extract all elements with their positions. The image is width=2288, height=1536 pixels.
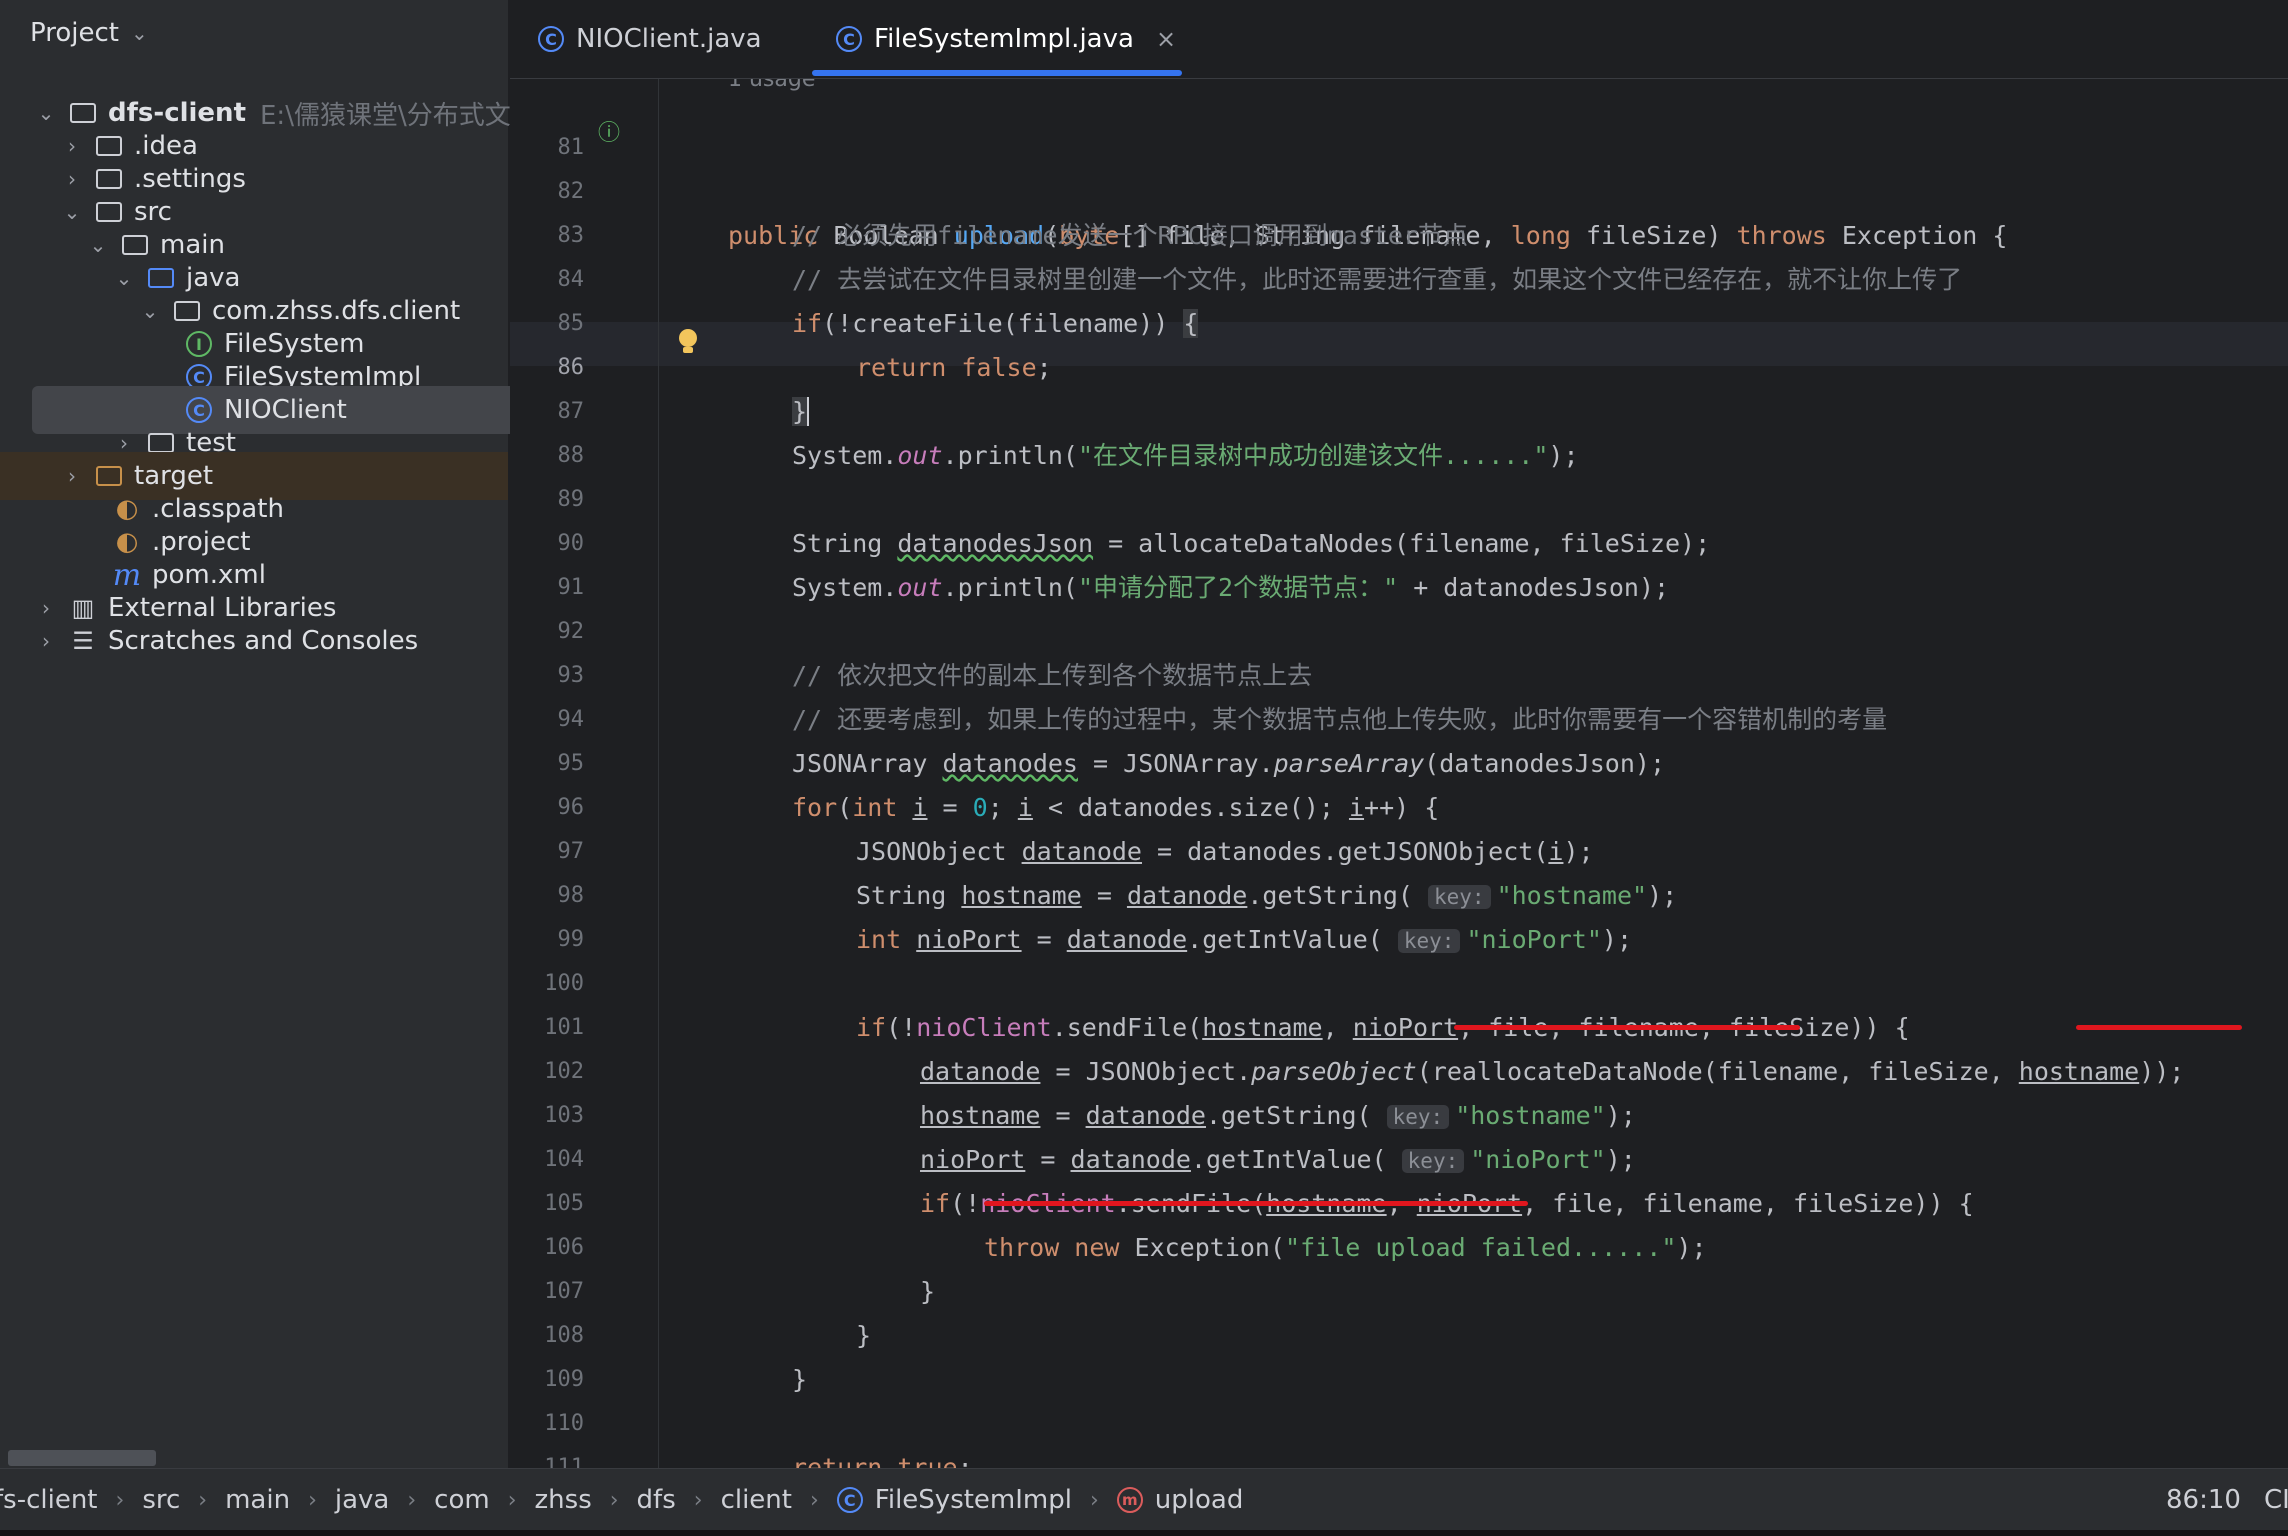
code-line: 92 // 依次把文件的副本上传到各个数据节点上去 bbox=[510, 566, 2288, 690]
status-extra[interactable]: CI bbox=[2264, 1469, 2288, 1531]
breadcrumb-item[interactable]: src bbox=[142, 1485, 180, 1515]
tab-label: FileSystemImpl.java bbox=[874, 24, 1134, 54]
chevron-right-icon[interactable]: › bbox=[32, 629, 60, 653]
code-editor[interactable]: 1 usage 81 ⓘ public Boolean upload(byte[… bbox=[510, 79, 2288, 1468]
active-tab-indicator bbox=[812, 70, 1182, 76]
chevron-right-icon: › bbox=[308, 1487, 317, 1513]
close-icon[interactable]: × bbox=[1156, 25, 1176, 53]
breadcrumb: fs-client › src › main › java › com › zhss › d… bbox=[0, 1469, 1243, 1531]
annotation-underline bbox=[2076, 1025, 2242, 1030]
code-line: 91 bbox=[510, 522, 2288, 600]
code-line: 93 // 还要考虑到，如果上传的过程中，某个数据节点他上传失败，此时你需要有一… bbox=[510, 610, 2288, 734]
code-line: 107 } bbox=[510, 1226, 2288, 1350]
scratches-icon: ☰ bbox=[72, 627, 94, 655]
sidebar-title: Project bbox=[30, 18, 119, 48]
chevron-right-icon: › bbox=[609, 1487, 619, 1513]
code-line: 98 int nioPort = datanode.getIntValue( k… bbox=[510, 830, 2288, 954]
chevron-right-icon: › bbox=[198, 1487, 208, 1513]
breadcrumb-item[interactable]: main bbox=[225, 1485, 290, 1515]
code-line: 85 return false; bbox=[510, 258, 2288, 382]
class-icon: C bbox=[836, 26, 862, 52]
breadcrumb-item[interactable]: java bbox=[335, 1485, 389, 1515]
code-line: 88 bbox=[510, 390, 2288, 468]
window-bottom-edge bbox=[0, 1530, 2288, 1536]
tab-label: NIOClient.java bbox=[576, 24, 762, 54]
breadcrumb-item[interactable]: fs-client bbox=[0, 1485, 98, 1515]
breadcrumb-item[interactable]: zhss bbox=[535, 1485, 592, 1515]
chevron-down-icon: ⌄ bbox=[130, 21, 148, 45]
status-bar: fs-client › src › main › java › com › zhss › d… bbox=[0, 1468, 2288, 1531]
breadcrumb-item[interactable]: com bbox=[434, 1485, 490, 1515]
code-line: 83 // 去尝试在文件目录树里创建一个文件，此时还需要进行查重，如果这个文件已… bbox=[510, 170, 2288, 294]
annotation-underline bbox=[1454, 1025, 1800, 1030]
code-line: 101 datanode = JSONObject.parseObject(re… bbox=[510, 962, 2288, 1086]
class-icon: C bbox=[836, 1487, 863, 1513]
code-line: 102 hostname = datanode.getString( key: "… bbox=[510, 1006, 2288, 1130]
code-line: 89 String datanodesJson = allocateDataNo… bbox=[510, 434, 2288, 558]
code-line: 84 if(!createFile(filename)) { bbox=[510, 214, 2288, 338]
code-line: 82 // 必须先用filename发送一个RPC接口调用到master节点 bbox=[510, 126, 2288, 250]
chevron-right-icon: › bbox=[507, 1487, 517, 1513]
annotation-underline bbox=[984, 1201, 1528, 1206]
method-icon: m bbox=[1116, 1487, 1143, 1513]
tree-item-scratches[interactable]: › ☰ Scratches and Consoles bbox=[0, 617, 540, 665]
code-line: 100 if(!nioClient.sendFile(hostname, nio… bbox=[510, 918, 2288, 1042]
code-line: 99 bbox=[510, 874, 2288, 952]
code-line: 110 return true; bbox=[510, 1358, 2288, 1468]
breadcrumb-item[interactable]: dfs bbox=[637, 1485, 676, 1515]
code-line: 105 throw new Exception("file upload fai… bbox=[510, 1138, 2288, 1262]
sidebar-horizontal-scrollbar[interactable] bbox=[8, 1450, 156, 1466]
project-sidebar: Project ⌄ ⌄ dfs-client E:\儒猿课堂\分布式文件 › .… bbox=[0, 0, 628, 1468]
line-number: 111 bbox=[544, 1455, 584, 1468]
class-icon: C bbox=[538, 26, 564, 52]
tab-filesystemimpl[interactable]: C FileSystemImpl.java × bbox=[836, 0, 1176, 78]
caret-position[interactable]: 86:10 bbox=[2166, 1469, 2241, 1531]
code-line: 90 System.out.println("申请分配了2个数据节点：" + d… bbox=[510, 478, 2288, 602]
chevron-right-icon: › bbox=[1089, 1487, 1099, 1513]
breadcrumb-item[interactable]: client bbox=[721, 1485, 792, 1515]
code-line: 109 bbox=[510, 1314, 2288, 1392]
code-line: 95 for(int i = 0; i < datanodes.size(); … bbox=[510, 698, 2288, 822]
code-line: 94 JSONArray datanodes = JSONArray.parse… bbox=[510, 654, 2288, 778]
code-line: 81 ⓘ public Boolean upload(byte[] file, … bbox=[510, 82, 2288, 250]
chevron-right-icon: › bbox=[693, 1487, 703, 1513]
breadcrumb-item[interactable]: upload bbox=[1155, 1485, 1244, 1515]
project-view-selector[interactable]: Project ⌄ bbox=[30, 18, 148, 48]
code-line: 86 } bbox=[510, 302, 2288, 426]
breadcrumb-item[interactable]: FileSystemImpl bbox=[875, 1485, 1072, 1515]
code-line: 108 } bbox=[510, 1270, 2288, 1394]
editor-tab-bar: C NIOClient.java C FileSystemImpl.java × bbox=[510, 0, 2288, 79]
chevron-right-icon: › bbox=[115, 1487, 125, 1513]
code-line: 97 String hostname = datanode.getString(… bbox=[510, 786, 2288, 910]
code-line: 87 System.out.println("在文件目录树中成功创建该文件...… bbox=[510, 346, 2288, 470]
code-line: 111 } bbox=[510, 1402, 2288, 1468]
code-line: 96 JSONObject datanode = datanodes.getJS… bbox=[510, 742, 2288, 866]
tree-item-label: Scratches and Consoles bbox=[108, 626, 419, 656]
code-line: 104 if(!nioClient.sendFile(hostname, nio… bbox=[510, 1094, 2288, 1218]
chevron-right-icon: › bbox=[809, 1487, 819, 1513]
tab-nioclient[interactable]: C NIOClient.java bbox=[538, 0, 762, 78]
chevron-right-icon: › bbox=[407, 1487, 417, 1513]
code-line: 103 nioPort = datanode.getIntValue( key:… bbox=[510, 1050, 2288, 1174]
